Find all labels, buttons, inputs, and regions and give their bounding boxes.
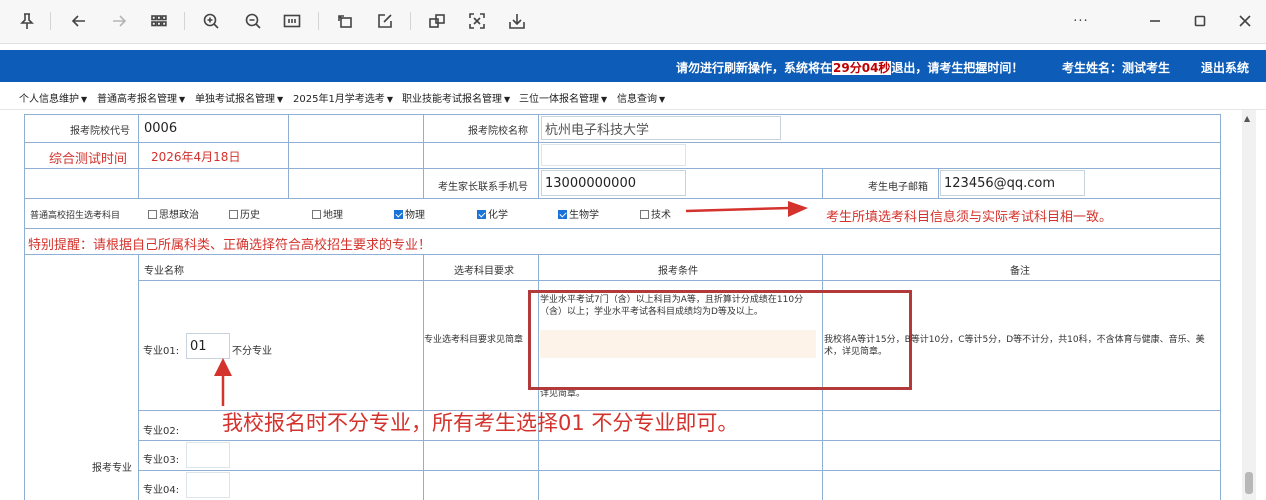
blank-field — [541, 144, 686, 166]
school-name-value: 杭州电子科技大学 — [541, 116, 781, 140]
rotate-icon[interactable] — [332, 8, 358, 34]
candidate-name: 考生姓名：测试考生 — [1062, 61, 1171, 75]
arrow-annotation-icon — [685, 201, 808, 217]
checkbox-icon — [312, 210, 321, 219]
major-04-label: 专业04: — [143, 485, 180, 496]
copy-icon[interactable] — [424, 8, 450, 34]
more-icon[interactable]: ··· — [1068, 8, 1094, 34]
subject-checkbox-politics[interactable]: 思想政治 — [148, 206, 199, 221]
refresh-warning: 请勿进行刷新操作，系统将在29分04秒退出，请考生把握时间！ — [676, 61, 1024, 75]
header-banner: 请勿进行刷新操作，系统将在29分04秒退出，请考生把握时间！ 考生姓名：测试考生… — [0, 50, 1266, 82]
save-icon[interactable] — [504, 8, 530, 34]
chevron-down-icon: ▼ — [601, 95, 608, 104]
chevron-down-icon: ▼ — [504, 95, 511, 104]
menu-single-exam[interactable]: 单独考试报名管理 ▼ — [195, 90, 283, 105]
checkbox-icon — [640, 210, 649, 219]
chevron-down-icon: ▼ — [81, 95, 88, 104]
subject-checkbox-geography[interactable]: 地理 — [312, 206, 343, 221]
countdown-timer: 29分04秒 — [832, 61, 892, 75]
school-code-value: 0006 — [141, 116, 286, 140]
annotation-text: 我校报名时不分专业，所有考生选择01 不分专业即可。 — [222, 411, 739, 435]
email-label: 考生电子邮箱 — [868, 182, 928, 193]
major-section-label: 报考专业 — [92, 463, 132, 474]
menu-academic-exam[interactable]: 2025年1月学考选考 ▼ — [293, 90, 393, 105]
subject-checkbox-history[interactable]: 历史 — [229, 206, 260, 221]
menu-three-in-one[interactable]: 三位一体报名管理 ▼ — [519, 90, 607, 105]
fit-page-icon[interactable] — [279, 8, 305, 34]
arrow-up-annotation-icon — [214, 358, 232, 406]
scroll-thumb[interactable] — [1245, 472, 1253, 494]
header-condition: 报考条件 — [658, 266, 698, 277]
special-reminder: 特别提醒：请根据自己所属科类、正确选择符合高校招生要求的专业！ — [28, 238, 432, 253]
major-01-name: 不分专业 — [232, 346, 272, 357]
subject-checkbox-physics[interactable]: 物理 — [394, 206, 425, 221]
screenshot-icon[interactable] — [464, 8, 490, 34]
checkbox-checked-icon — [558, 210, 567, 219]
checkbox-icon — [229, 210, 238, 219]
menu-vocational[interactable]: 职业技能考试报名管理 ▼ — [402, 90, 510, 105]
parent-phone-label: 考生家长联系手机号 — [438, 182, 528, 193]
email-input[interactable]: 123456@qq.com — [940, 170, 1085, 196]
apps-grid-icon[interactable] — [146, 8, 172, 34]
school-code-label: 报考院校代号 — [70, 126, 130, 137]
zoom-in-icon[interactable] — [198, 8, 224, 34]
maximize-icon[interactable] — [1187, 8, 1213, 34]
subject-checkbox-chemistry[interactable]: 化学 — [477, 206, 508, 221]
parent-phone-input[interactable]: 13000000000 — [541, 170, 686, 196]
chevron-down-icon: ▼ — [179, 95, 186, 104]
checkbox-icon — [148, 210, 157, 219]
scroll-up-icon[interactable]: ▲ — [1244, 114, 1250, 123]
test-time-value: 2026年4月18日 — [151, 150, 241, 164]
subjects-note: 考生所填选考科目信息须与实际考试科目相一致。 — [826, 210, 1113, 225]
subjects-label: 普通高校招生选考科目 — [30, 211, 121, 221]
menu-gaokao[interactable]: 普通高考报名管理 ▼ — [97, 90, 185, 105]
checkbox-checked-icon — [477, 210, 486, 219]
major-03-input[interactable] — [186, 442, 230, 468]
header-subject-req: 选考科目要求 — [454, 266, 514, 277]
forward-icon[interactable] — [106, 8, 132, 34]
pin-icon[interactable] — [14, 8, 40, 34]
logout-link[interactable]: 退出系统 — [1201, 59, 1249, 76]
close-icon[interactable] — [1232, 8, 1258, 34]
menu-personal-info[interactable]: 个人信息维护 ▼ — [19, 90, 87, 105]
subject-checkbox-biology[interactable]: 生物学 — [558, 206, 599, 221]
back-icon[interactable] — [66, 8, 92, 34]
minimize-icon[interactable] — [1142, 8, 1168, 34]
header-major-name: 专业名称 — [144, 266, 184, 277]
subject-req-text: 专业选考科目要求见简章 — [424, 335, 524, 345]
major-03-label: 专业03: — [143, 455, 180, 466]
subject-checkbox-technology[interactable]: 技术 — [640, 206, 671, 221]
major-02-label: 专业02: — [143, 426, 180, 437]
checkbox-checked-icon — [394, 210, 403, 219]
header-remarks: 备注 — [1010, 266, 1030, 277]
vertical-scrollbar[interactable] — [1242, 110, 1256, 500]
edit-icon[interactable] — [372, 8, 398, 34]
zoom-out-icon[interactable] — [240, 8, 266, 34]
major-04-input[interactable] — [186, 472, 230, 498]
main-menu: 个人信息维护 ▼ 普通高考报名管理 ▼ 单独考试报名管理 ▼ 2025年1月学考选考 ▼… — [0, 82, 1266, 110]
major-01-label: 专业01: — [143, 346, 180, 357]
chevron-down-icon: ▼ — [277, 95, 284, 104]
remarks-text: 我校将A等计15分，B等计10分，C等计5分，D等不计分，共10科，不含体育与健… — [824, 335, 1205, 357]
viewer-toolbar: ··· — [0, 0, 1266, 44]
chevron-down-icon: ▼ — [659, 95, 666, 104]
menu-info-query[interactable]: 信息查询 ▼ — [617, 90, 665, 105]
test-time-label: 综合测试时间 — [49, 152, 128, 167]
chevron-down-icon: ▼ — [386, 95, 393, 104]
school-name-label: 报考院校名称 — [468, 126, 528, 137]
